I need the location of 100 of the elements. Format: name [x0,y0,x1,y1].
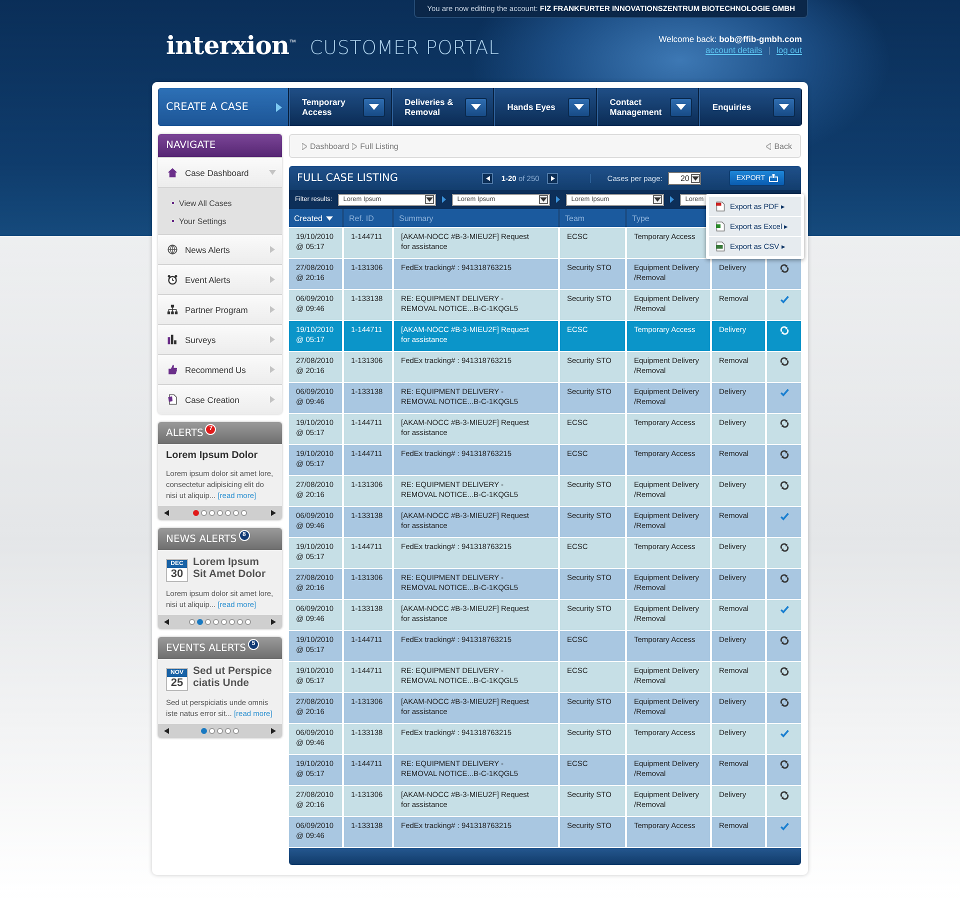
pager-dot[interactable] [201,728,207,734]
refresh-icon [780,574,788,583]
pager-dot[interactable] [197,619,203,625]
thumbs-up-icon [167,364,178,375]
sidebar-subitem[interactable]: Your Settings [179,216,226,226]
column-header[interactable]: Created [289,209,342,227]
pager-dot[interactable] [237,619,243,625]
spreadsheet-file-icon [716,221,725,232]
portal-title: CUSTOMER PORTAL [310,36,500,58]
caret-icon [654,197,662,202]
pager-dot[interactable] [233,510,239,516]
caret-icon [368,104,379,110]
pager-dot[interactable] [225,728,231,734]
previous-arrow-icon[interactable] [164,728,169,734]
dropdown-button[interactable] [362,98,385,116]
bar-chart-icon [167,334,178,345]
check-icon [780,822,788,831]
nav-menu-tab[interactable]: Contact Management [596,88,700,126]
caret-icon [778,104,789,110]
next-arrow-icon[interactable] [271,619,276,625]
pager-dot[interactable] [205,619,211,625]
sidebar-item[interactable]: Case Dashboard [158,157,282,187]
dropdown-button[interactable] [670,98,692,116]
next-arrow-icon[interactable] [271,510,276,516]
log-out-link[interactable]: log out [776,45,802,56]
breadcrumb-link[interactable]: Dashboard [310,142,350,150]
sidebar-item[interactable]: News Alerts [158,234,282,264]
widget-heading: Lorem Ipsum Dolor [166,450,258,462]
refresh-icon [780,450,788,459]
previous-arrow-icon[interactable] [164,619,169,625]
widget-title: EVENTS ALERTS [166,642,246,654]
widget-heading: Sed ut Perspice ciatis Unde [193,665,273,689]
check-icon [780,605,788,614]
house-icon [167,167,178,178]
breadcrumb-arrow-icon [302,142,307,150]
back-arrow-icon [766,142,772,150]
nav-menu-tab[interactable]: Temporary Access [289,88,392,126]
pager-dot[interactable] [229,619,235,625]
previous-page-button[interactable] [482,172,494,184]
pager-dot[interactable] [241,510,247,516]
arrow-icon [556,196,560,203]
caret-icon [692,176,700,180]
check-icon [780,512,788,521]
link-separator: | [768,45,770,56]
pager-dot[interactable] [193,510,199,516]
check-icon [780,729,788,738]
check-icon [780,295,788,304]
previous-arrow-icon[interactable] [164,510,169,516]
refresh-icon [780,264,788,273]
refresh-icon [780,326,788,335]
create-case-button[interactable]: CREATE A CASE [158,88,289,126]
sidebar-item[interactable]: Surveys [158,324,282,354]
caret-icon [326,216,334,220]
refresh-icon [780,357,788,366]
pager-dot[interactable] [225,510,231,516]
pdf-file-icon [716,201,725,212]
back-link[interactable]: Back [774,142,792,150]
globe-icon [167,244,178,255]
pager-dot[interactable] [209,510,215,516]
caret-icon [540,197,548,202]
refresh-icon [780,791,788,800]
pager-dot[interactable] [221,619,227,625]
org-chart-icon [167,304,178,315]
nav-menu-tab[interactable]: Deliveries & Removal [392,88,494,126]
panel-title: NAVIGATE [158,134,282,157]
dropdown-button[interactable] [772,98,795,116]
next-page-button[interactable] [547,172,558,184]
sidebar-item[interactable]: Recommend Us [158,354,282,384]
caret-icon [574,104,584,110]
per-page-select[interactable]: 20 [668,172,702,184]
nav-menu-tab[interactable]: Enquiries [699,88,802,126]
pager-dot[interactable] [217,510,223,516]
pager-dot[interactable] [233,728,239,734]
sidebar-subitem[interactable]: View All Cases [179,198,232,208]
dropdown-button[interactable] [568,98,590,116]
widget-title: ALERTS [166,428,204,438]
logo: interxion$^{™}$ [166,30,296,60]
document-icon [167,394,178,405]
caret-icon [676,104,686,110]
pager-dot[interactable] [213,619,219,625]
pager-dot[interactable] [245,619,251,625]
sidebar-item[interactable]: Partner Program [158,294,282,324]
nav-menu-tab[interactable]: Hands Eyes [494,88,597,126]
refresh-icon [780,419,788,428]
alarm-clock-icon [167,274,178,285]
csv-file-icon [716,241,725,252]
dropdown-button[interactable] [465,98,488,116]
pager-dot[interactable] [217,728,223,734]
sidebar-item[interactable]: Event Alerts [158,264,282,294]
export-icon [769,174,778,182]
refresh-icon [780,760,788,769]
arrow-icon [442,196,446,203]
pager-dot[interactable] [201,510,207,516]
next-arrow-icon[interactable] [271,728,276,734]
left-arrow-icon [486,176,490,180]
refresh-icon [780,481,788,490]
pager-dot[interactable] [189,619,195,625]
sidebar-item[interactable]: Case Creation [158,384,282,414]
breadcrumb-link[interactable]: Full Listing [360,142,398,150]
pager-dot[interactable] [209,728,215,734]
